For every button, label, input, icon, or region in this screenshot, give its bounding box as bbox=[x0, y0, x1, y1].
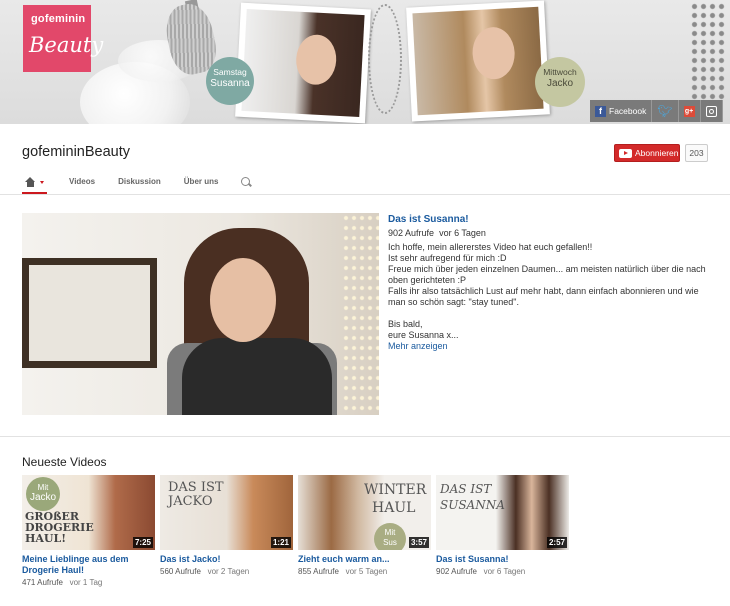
video-title[interactable]: Das ist Jacko! bbox=[160, 554, 293, 565]
thumb-text: SUSANNA bbox=[440, 498, 505, 512]
channel-banner: gofeminin Beauty Samstag Susanna Mittwoc… bbox=[0, 0, 730, 124]
featured-video-meta: 902 Aufrufe vor 6 Tagen bbox=[388, 228, 708, 238]
banner-tag-susanna: Samstag Susanna bbox=[206, 57, 254, 105]
mirror-frame bbox=[22, 258, 157, 368]
thumb-text: Jacko bbox=[29, 492, 57, 503]
video-duration: 3:57 bbox=[408, 537, 429, 548]
featured-divider bbox=[0, 436, 730, 437]
tag-day: Samstag bbox=[213, 67, 247, 77]
tab-home[interactable] bbox=[22, 172, 47, 195]
newest-videos-grid: Mit Jacko GROßER DROGERIE HAUL! 7:25 Mei… bbox=[22, 475, 569, 587]
thumb-text: Sus bbox=[383, 538, 397, 547]
newest-videos-heading: Neueste Videos bbox=[22, 455, 107, 469]
video-title[interactable]: Das ist Susanna! bbox=[436, 554, 569, 565]
video-meta: 902 Aufrufe vor 6 Tagen bbox=[436, 567, 569, 576]
video-subject-face bbox=[210, 258, 276, 342]
search-icon bbox=[241, 177, 251, 186]
banner-tag-jacko: Mittwoch Jacko bbox=[535, 57, 585, 107]
logo-bottom-text: Beauty bbox=[29, 33, 104, 57]
video-meta: 471 Aufrufe vor 1 Tag bbox=[22, 578, 155, 587]
tab-search[interactable] bbox=[241, 172, 251, 195]
featured-age: vor 6 Tagen bbox=[439, 228, 486, 238]
featured-video-player[interactable] bbox=[22, 213, 379, 415]
featured-video-description: Ich hoffe, mein allererstes Video hat eu… bbox=[388, 242, 706, 340]
video-thumbnail[interactable]: WINTER HAUL Mit Sus 3:57 bbox=[298, 475, 431, 550]
thumb-tag: Mit Jacko bbox=[26, 477, 60, 511]
video-card[interactable]: WINTER HAUL Mit Sus 3:57 Zieht euch warm… bbox=[298, 475, 431, 587]
thumb-text: DAS IST bbox=[440, 482, 492, 496]
video-duration: 7:25 bbox=[132, 537, 153, 548]
video-card[interactable]: DAS IST JACKO 1:21 Das ist Jacko! 560 Au… bbox=[160, 475, 293, 587]
instagram-link[interactable] bbox=[700, 100, 723, 122]
tab-discussion[interactable]: Diskussion bbox=[118, 172, 161, 195]
video-duration: 1:21 bbox=[270, 537, 291, 548]
video-meta: 560 Aufrufe vor 2 Tagen bbox=[160, 567, 293, 576]
tabs-divider bbox=[0, 194, 730, 195]
featured-video-title[interactable]: Das ist Susanna! bbox=[388, 214, 708, 225]
thumb-caption: DAS IST SUSANNA bbox=[440, 481, 505, 513]
thumb-text: JACKO bbox=[168, 494, 213, 509]
thumb-caption: DAS IST JACKO bbox=[168, 481, 224, 509]
thumb-caption: WINTER HAUL bbox=[364, 481, 426, 517]
facebook-icon: f bbox=[595, 105, 606, 117]
logo-top-text: gofeminin bbox=[31, 13, 86, 25]
youtube-icon bbox=[619, 148, 632, 158]
video-views: 471 Aufrufe bbox=[22, 578, 63, 587]
tag-name: Jacko bbox=[546, 78, 574, 89]
thumb-text: Mit bbox=[384, 528, 396, 537]
video-age: vor 6 Tagen bbox=[483, 567, 526, 576]
video-title[interactable]: Zieht euch warm an... bbox=[298, 554, 431, 565]
video-age: vor 1 Tag bbox=[69, 578, 103, 587]
chain-decoration bbox=[368, 4, 402, 114]
video-age: vor 2 Tagen bbox=[207, 567, 250, 576]
featured-views: 902 Aufrufe bbox=[388, 228, 435, 238]
show-more-link[interactable]: Mehr anzeigen bbox=[388, 341, 708, 351]
subscribe-button[interactable]: Abonnieren bbox=[614, 144, 680, 162]
video-thumbnail[interactable]: DAS IST JACKO 1:21 bbox=[160, 475, 293, 550]
thumb-text: HAUL! bbox=[25, 532, 67, 545]
video-meta: 855 Aufrufe vor 5 Tagen bbox=[298, 567, 431, 576]
video-views: 560 Aufrufe bbox=[160, 567, 201, 576]
fairy-lights bbox=[342, 213, 379, 415]
video-views: 902 Aufrufe bbox=[436, 567, 477, 576]
banner-photo-susanna bbox=[235, 2, 371, 124]
twitter-icon: 🐦︎ bbox=[657, 104, 673, 118]
twitter-link[interactable]: 🐦︎ bbox=[652, 100, 679, 122]
home-icon bbox=[25, 177, 36, 187]
video-age: vor 5 Tagen bbox=[345, 567, 388, 576]
googleplus-link[interactable]: g+ bbox=[678, 100, 701, 122]
tab-about[interactable]: Über uns bbox=[184, 172, 219, 195]
thumb-tag: Mit Sus bbox=[374, 523, 406, 550]
video-subject-body bbox=[182, 338, 332, 415]
video-card[interactable]: DAS IST SUSANNA 2:57 Das ist Susanna! 90… bbox=[436, 475, 569, 587]
video-views: 855 Aufrufe bbox=[298, 567, 339, 576]
featured-video-info: Das ist Susanna! 902 Aufrufe vor 6 Tagen… bbox=[388, 214, 708, 351]
channel-logo[interactable]: gofeminin Beauty bbox=[23, 5, 103, 72]
thumb-caption: GROßER DROGERIE HAUL! bbox=[25, 511, 94, 544]
facebook-label: Facebook bbox=[609, 106, 647, 116]
googleplus-icon: g+ bbox=[683, 105, 695, 117]
banner-photo-jacko bbox=[406, 0, 550, 122]
tab-videos[interactable]: Videos bbox=[69, 172, 95, 195]
social-links: f Facebook 🐦︎ g+ bbox=[590, 100, 723, 122]
channel-title[interactable]: gofemininBeauty bbox=[22, 144, 130, 160]
chevron-down-icon bbox=[40, 180, 44, 184]
instagram-icon bbox=[705, 105, 717, 117]
subscriber-count: 203 bbox=[685, 144, 708, 162]
subscribe-label: Abonnieren bbox=[635, 148, 679, 158]
thumb-text: HAUL bbox=[372, 500, 416, 516]
pearls-decoration bbox=[690, 2, 726, 102]
video-duration: 2:57 bbox=[546, 537, 567, 548]
thumb-text: WINTER bbox=[364, 482, 427, 498]
video-thumbnail[interactable]: Mit Jacko GROßER DROGERIE HAUL! 7:25 bbox=[22, 475, 155, 550]
thumb-text: DAS IST bbox=[168, 480, 224, 495]
video-title[interactable]: Meine Lieblinge aus dem Drogerie Haul! bbox=[22, 554, 155, 576]
channel-tabs: Videos Diskussion Über uns bbox=[22, 172, 273, 195]
tag-name: Susanna bbox=[210, 78, 250, 89]
video-thumbnail[interactable]: DAS IST SUSANNA 2:57 bbox=[436, 475, 569, 550]
facebook-link[interactable]: f Facebook bbox=[590, 100, 653, 122]
tag-day: Mittwoch bbox=[543, 67, 577, 77]
video-card[interactable]: Mit Jacko GROßER DROGERIE HAUL! 7:25 Mei… bbox=[22, 475, 155, 587]
